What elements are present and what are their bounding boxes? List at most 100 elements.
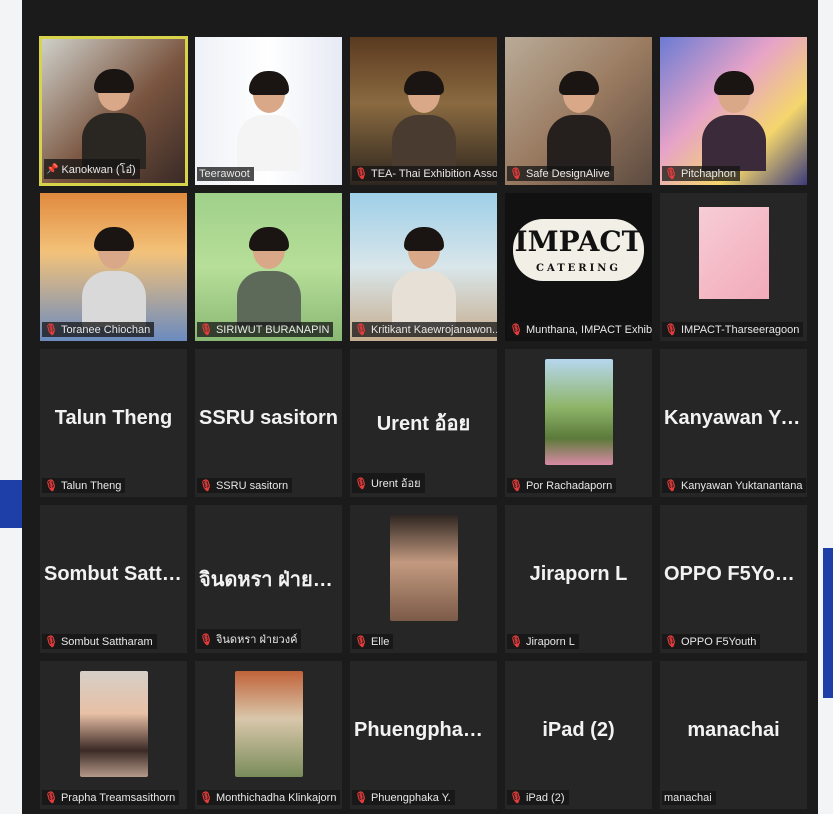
participant-display-name: Phuengphaka Y. [354,719,497,741]
participant-tile[interactable]: 🎙 Pitchaphon [659,36,808,186]
participant-figure [391,227,456,327]
participant-tile[interactable]: 🎙 Toranee Chiochan [39,192,188,342]
participant-tile[interactable]: iPad (2) 🎙 iPad (2) [504,660,653,810]
mic-off-icon: 🎙 [354,477,368,490]
participant-tile[interactable]: 🎙 Por Rachadaporn [504,348,653,498]
participant-tile[interactable]: Urent อ้อย 🎙 Urent อ้อย [349,348,498,498]
participant-tile[interactable]: 🎙 Elle [349,504,498,654]
participant-name: Pitchaphon [680,167,737,180]
participant-name: Jiraporn L [525,635,575,648]
participant-name-tag: 🎙 OPPO F5Youth [662,634,761,649]
participant-name: IMPACT-Tharseeragoon [680,323,800,336]
participant-figure [236,227,301,327]
participant-name-tag: 🎙 SIRIWUT BURANAPIN [197,322,334,337]
participant-video [350,37,497,185]
mic-off-icon: 🎙 [199,792,213,804]
participant-name: TEA- Thai Exhibition Asso... [370,167,498,180]
mic-off-icon: 🎙 [44,324,58,336]
mic-off-icon: 🎙 [354,792,368,804]
participant-name-tag: manachai [662,791,716,805]
participant-name: Elle [370,635,390,648]
participant-name: manachai [664,792,712,804]
participant-name-tag: Teerawoot [197,167,254,181]
participant-tile[interactable]: 🎙 Monthichadha Klinkajorn [194,660,343,810]
participant-name: SIRIWUT BURANAPIN [215,323,330,336]
profile-picture [79,671,148,777]
participant-name-tag: 🎙 Toranee Chiochan [42,322,155,337]
participant-video [660,37,807,185]
participant-name-tag: 🎙 Por Rachadaporn [507,478,617,493]
pin-icon: 📌 [46,163,59,175]
participant-name-tag: 🎙 SSRU sasitorn [197,478,293,493]
profile-picture [544,359,613,465]
profile-picture [389,515,458,621]
mic-off-icon: 🎙 [509,636,523,648]
participant-video [350,193,497,341]
mic-off-icon: 🎙 [664,324,678,336]
participant-tile[interactable]: manachai manachai [659,660,808,810]
participant-name: Talun Theng [60,479,122,492]
participant-name-tag: 🎙 Sombut Sattharam [42,634,157,649]
participant-name: SSRU sasitorn [215,479,289,492]
participant-name: Teerawoot [199,168,250,180]
participant-tile[interactable]: 🎙 IMPACT-Tharseeragoon [659,192,808,342]
participant-name: iPad (2) [525,791,565,804]
participant-name-tag: 🎙 Urent อ้อย [352,473,425,493]
participant-video [40,193,187,341]
participant-name-tag: 🎙 Jiraporn L [507,634,579,649]
participant-tile[interactable]: OPPO F5Youth 🎙 OPPO F5Youth [659,504,808,654]
mic-off-icon: 🎙 [354,168,368,180]
participant-tile[interactable]: Teerawoot [194,36,343,186]
mic-off-icon: 🎙 [664,168,678,180]
participant-display-name: iPad (2) [542,719,615,741]
participant-figure [546,71,611,171]
mic-off-icon: 🎙 [354,324,368,336]
participant-tile[interactable]: SSRU sasitorn 🎙 SSRU sasitorn [194,348,343,498]
participant-tile[interactable]: 🎙 Safe DesignAlive [504,36,653,186]
mic-off-icon: 🎙 [199,633,213,646]
participant-name-tag: 🎙 Phuengphaka Y. [352,790,455,805]
participant-name: OPPO F5Youth [680,635,757,648]
background-stripe-right [823,548,833,698]
participant-tile[interactable]: IMPACT CATERING 🎙 Munthana, IMPACT Exhib... [504,192,653,342]
participant-display-name: Talun Theng [54,407,173,429]
participant-tile[interactable]: Talun Theng 🎙 Talun Theng [39,348,188,498]
participant-name: จินดหรา ฝ่ายวงค์ [215,634,298,646]
participant-video [195,193,342,341]
participant-tile[interactable]: Kanyawan Yukt... 🎙Kanyawan Yuktanantana [659,348,808,498]
participant-tile[interactable]: Phuengphaka Y. 🎙 Phuengphaka Y. [349,660,498,810]
mic-off-icon: 🎙 [199,324,213,336]
participant-name: Monthichadha Klinkajorn [215,791,337,804]
mic-off-icon: 🎙 [509,168,523,180]
participant-tile[interactable]: 🎙 Kritikant Kaewrojanawon... [349,192,498,342]
participant-name-tag: 🎙 Munthana, IMPACT Exhib... [507,322,652,337]
participant-name: Prapha Treamsasithorn [60,791,176,804]
participant-name: Kanyawan Yuktanantana [680,479,803,492]
participant-figure [81,227,146,327]
mic-off-icon: 🎙 [44,636,58,648]
participant-name-tag: 🎙 Kritikant Kaewrojanawon... [352,322,498,337]
participant-tile[interactable]: 🎙 Prapha Treamsasithorn [39,660,188,810]
mic-off-icon: 🎙 [509,792,523,804]
participant-name: Phuengphaka Y. [370,791,451,804]
participant-name: Kritikant Kaewrojanawon... [370,323,498,336]
participant-tile[interactable]: 🎙 SIRIWUT BURANAPIN [194,192,343,342]
participant-display-name: Urent อ้อย [376,413,471,435]
participant-tile[interactable]: 🎙 TEA- Thai Exhibition Asso... [349,36,498,186]
participant-name-tag: 🎙 TEA- Thai Exhibition Asso... [352,166,498,181]
mic-off-icon: 🎙 [509,324,523,336]
participant-name-tag: 🎙 Monthichadha Klinkajorn [197,790,341,805]
impact-catering-logo: IMPACT CATERING [513,219,644,281]
participant-name: Urent อ้อย [370,478,421,490]
participant-figure [81,69,146,169]
participant-tile[interactable]: Sombut Satthar... 🎙Sombut Sattharam [39,504,188,654]
participant-name: Sombut Sattharam [60,635,153,648]
mic-off-icon: 🎙 [199,480,213,492]
participant-video [505,37,652,185]
participant-tile[interactable]: Jiraporn L 🎙 Jiraporn L [504,504,653,654]
participant-tile[interactable]: จินดหรา ฝ่ายวงค์ 🎙 จินดหรา ฝ่ายวงค์ [194,504,343,654]
participant-video: IMPACT CATERING [505,193,652,341]
participant-tile[interactable]: 📌 Kanokwan (โอ๋) [39,36,188,186]
participant-name-tag: 🎙 Talun Theng [42,478,126,493]
participant-display-name: Kanyawan Yukt... [664,407,807,429]
